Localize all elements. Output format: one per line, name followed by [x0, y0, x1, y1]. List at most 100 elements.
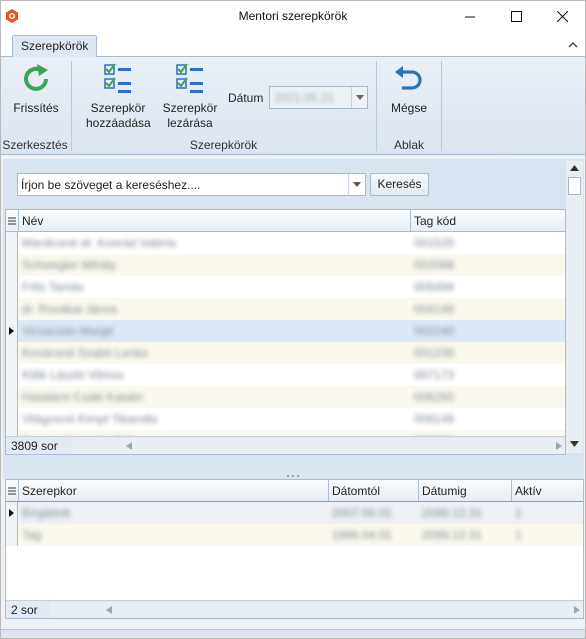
app-window: Mentori szerepkörök Szerepkörök Frissíté…: [0, 0, 586, 639]
scroll-right-icon[interactable]: [556, 442, 562, 450]
row-indicator[interactable]: [6, 386, 18, 408]
cell-tag-code: 004148: [414, 302, 455, 316]
cell-name: Frits Tamás: [22, 280, 84, 294]
table-row[interactable]: Killik László Vilmos 007173: [6, 364, 565, 386]
scroll-up-icon[interactable]: [570, 165, 579, 171]
cancel-button[interactable]: Mégse: [385, 63, 433, 116]
bottom-grid-hscrollbar[interactable]: [50, 602, 583, 618]
scroll-left-icon[interactable]: [106, 606, 112, 614]
group-label-roles: Szerepkörök: [189, 138, 258, 152]
tab-szerepkorok[interactable]: Szerepkörök: [12, 35, 98, 58]
column-header-name[interactable]: Név: [18, 210, 410, 232]
table-row[interactable]: Kovácsné Szabó Lenke 001230: [6, 342, 565, 364]
close-role-label-2: lezárása: [167, 116, 213, 130]
table-row[interactable]: Vicsacsán Margit 002240: [6, 320, 565, 342]
roles-row-count: 2 sor: [11, 603, 38, 617]
roles-grid: Szerepkor Dátomtól Dátumig Aktív Bírgált…: [5, 479, 584, 619]
search-dropdown-button[interactable]: [348, 174, 365, 195]
cell-tag-code: 006149: [414, 412, 455, 426]
refresh-label: Frissítés: [13, 101, 59, 115]
refresh-button[interactable]: Frissítés: [10, 63, 62, 116]
cell-date-to: 2099.12.31: [422, 506, 483, 520]
table-row[interactable]: Hatalárni Csáki Katalin 006260: [6, 386, 565, 408]
cell-tag-code: 006260: [414, 390, 455, 404]
date-dropdown-button[interactable]: [351, 87, 367, 108]
collapse-ribbon-icon[interactable]: [566, 38, 580, 52]
current-row-icon: [9, 327, 14, 335]
table-row[interactable]: dr. Rovákai János 004148: [6, 298, 565, 320]
row-indicator[interactable]: [6, 364, 18, 386]
table-row[interactable]: Márdicsné dr. Konrád Valéria 001520: [6, 232, 565, 254]
date-picker[interactable]: 2021.05.21: [269, 86, 368, 109]
cell-tag-code: 006494: [414, 280, 455, 294]
top-grid-vscrollbar[interactable]: [566, 161, 583, 453]
scroll-right-icon[interactable]: [574, 606, 580, 614]
cell-tag-code: 007173: [414, 368, 455, 382]
ribbon-group-window: Mégse Ablak: [377, 57, 441, 155]
undo-icon: [395, 66, 422, 90]
cell-role: Bírgáltott: [22, 506, 71, 520]
table-row[interactable]: Tag 1996.04.01 2099.12.31 1: [6, 524, 583, 546]
add-role-button[interactable]: Szerepkör hozzáadása: [86, 63, 151, 131]
close-role-label-1: Szerepkör: [162, 101, 218, 115]
row-indicator[interactable]: [6, 276, 18, 298]
chevron-down-icon: [355, 95, 364, 100]
checklist-close-icon: [176, 63, 203, 93]
current-row-icon: [9, 509, 14, 517]
maximize-icon: [510, 11, 522, 22]
date-label: Dátum: [228, 91, 264, 105]
cell-date-from: 1996.04.01: [332, 528, 393, 542]
cancel-label: Mégse: [390, 101, 428, 115]
close-role-button[interactable]: Szerepkör lezárása: [160, 63, 220, 131]
cell-name: Killik László Vilmos: [22, 368, 124, 382]
top-grid-vscroll-thumb[interactable]: [568, 177, 581, 195]
search-input[interactable]: Írjon be szöveget a kereséshez....: [17, 173, 366, 196]
roles-grid-header: Szerepkor Dátomtól Dátumig Aktív: [6, 480, 583, 502]
row-indicator[interactable]: [6, 254, 18, 276]
column-header-date-from[interactable]: Dátomtól: [328, 480, 418, 502]
checklist-add-icon: [104, 63, 131, 93]
row-indicator[interactable]: [6, 502, 18, 524]
group-label-window: Ablak: [393, 138, 425, 152]
members-grid-footer: 3809 sor: [6, 436, 565, 454]
cell-name: Schwegler Mihály: [22, 258, 117, 272]
table-row[interactable]: Schwegler Mihály 002068: [6, 254, 565, 276]
column-menu-icon[interactable]: [6, 480, 18, 502]
chevron-down-icon: [353, 182, 361, 187]
group-label-edit: Szerkesztés: [2, 138, 68, 152]
cell-date-from: 2007.06.01: [332, 506, 393, 520]
members-grid: Név Tag kód Márdicsné dr. Konrád Valéria…: [5, 209, 566, 455]
top-pane: Írjon be szöveget a kereséshez.... Keres…: [3, 159, 584, 473]
row-indicator[interactable]: [6, 342, 18, 364]
column-header-date-to[interactable]: Dátumig: [418, 480, 511, 502]
close-button[interactable]: [539, 1, 585, 32]
cell-tag-code: 001230: [414, 346, 455, 360]
ribbon-separator: [441, 61, 442, 151]
row-indicator[interactable]: [6, 408, 18, 430]
row-indicator[interactable]: [6, 524, 18, 546]
top-grid-hscrollbar[interactable]: [72, 438, 565, 454]
row-indicator[interactable]: [6, 298, 18, 320]
column-header-role[interactable]: Szerepkor: [18, 480, 328, 502]
column-header-tag-code[interactable]: Tag kód: [410, 210, 565, 232]
table-row[interactable]: Frits Tamás 006494: [6, 276, 565, 298]
scroll-left-icon[interactable]: [126, 442, 132, 450]
table-row[interactable]: Bírgáltott 2007.06.01 2099.12.31 1: [6, 501, 583, 525]
column-menu-icon[interactable]: [6, 210, 18, 232]
ribbon: Frissítés Szerkesztés Szerepkör hozzáadá…: [1, 57, 585, 155]
cell-tag-code: 002068: [414, 258, 455, 272]
column-header-active[interactable]: Aktív: [511, 480, 583, 502]
cell-name: Hatalárni Csáki Katalin: [22, 390, 144, 404]
members-grid-header: Név Tag kód: [6, 210, 565, 232]
row-indicator[interactable]: [6, 232, 18, 254]
row-indicator[interactable]: [6, 320, 18, 342]
search-button[interactable]: Keresés: [370, 173, 429, 196]
minimize-button[interactable]: [447, 1, 493, 32]
scroll-down-icon[interactable]: [570, 441, 579, 447]
cell-date-to: 2099.12.31: [422, 528, 483, 542]
cell-name: Márdicsné dr. Konrád Valéria: [22, 236, 176, 250]
maximize-button[interactable]: [493, 1, 539, 32]
table-row[interactable]: Világosné Kimpf Tibandla 006149: [6, 408, 565, 430]
cell-name: Vicsacsán Margit: [22, 324, 114, 338]
search-placeholder: Írjon be szöveget a kereséshez....: [21, 178, 201, 192]
